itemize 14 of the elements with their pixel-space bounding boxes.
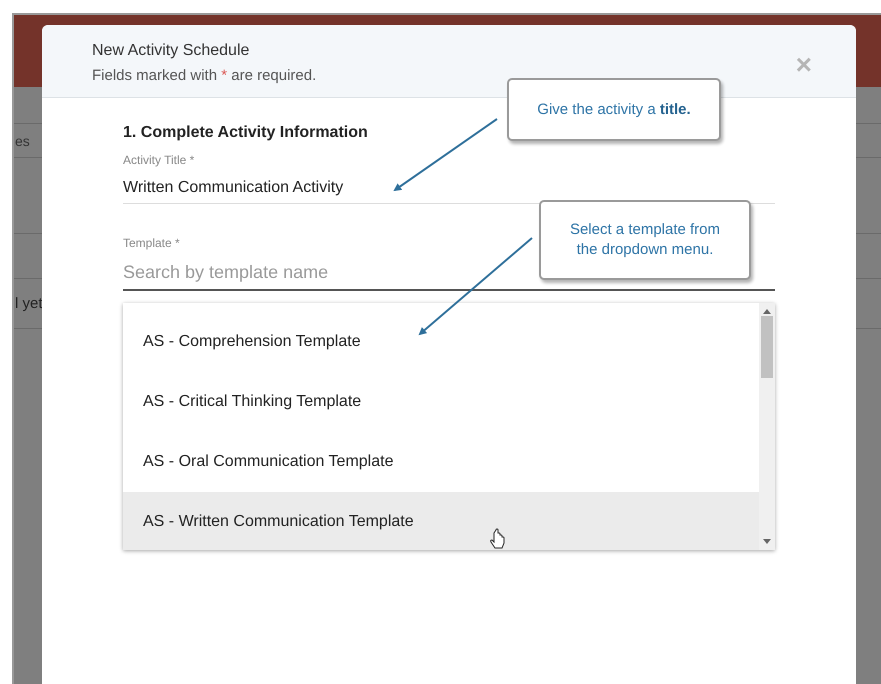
- dialog-title: New Activity Schedule: [92, 42, 250, 60]
- section-heading: 1. Complete Activity Information: [123, 124, 369, 142]
- scroll-down-icon[interactable]: [763, 539, 771, 544]
- scrollbar-thumb[interactable]: [761, 316, 773, 378]
- hand-cursor-icon: [490, 528, 504, 548]
- dropdown-option[interactable]: AS - Written Communication Template: [123, 492, 759, 550]
- field-label: Template *: [123, 236, 180, 250]
- scroll-up-icon[interactable]: [763, 309, 771, 314]
- table-text: l yet: [15, 295, 43, 312]
- field-label: Activity Title *: [123, 153, 194, 167]
- tab-label: es: [15, 132, 30, 148]
- callout-text: Give the activity a title.: [537, 100, 691, 120]
- scrollbar[interactable]: [759, 303, 775, 550]
- dialog-subtitle: Fields marked with * are required.: [92, 67, 318, 84]
